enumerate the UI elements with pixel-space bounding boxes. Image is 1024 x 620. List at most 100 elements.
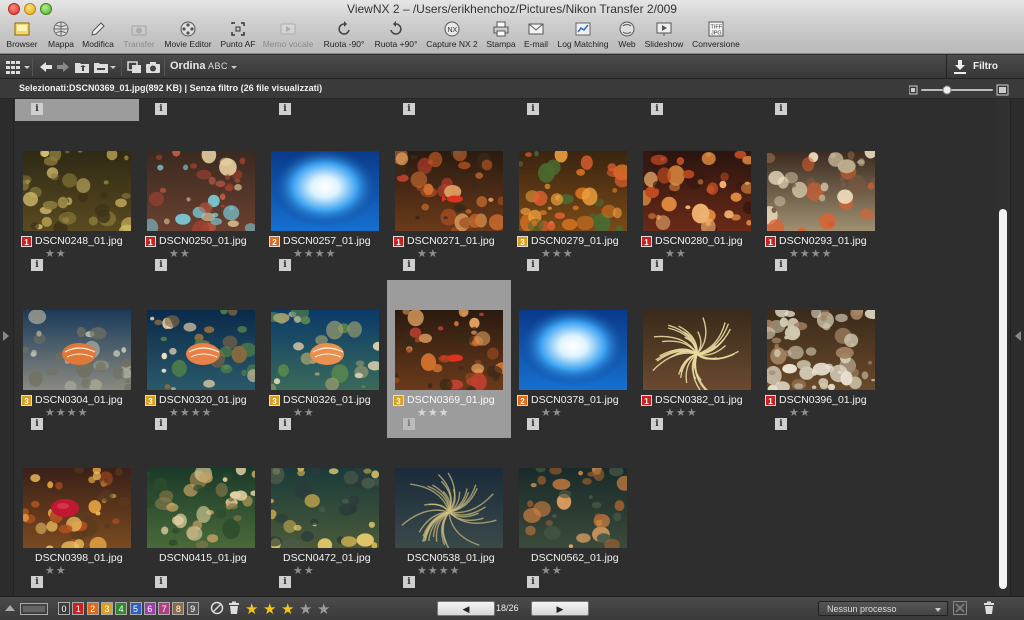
rating-stars[interactable]: ★★ [293,406,315,419]
rating-filter-star-1[interactable]: ★ [245,600,258,618]
label-filter-2[interactable]: 2 [86,602,99,615]
rating-stars[interactable]: ★★ [45,247,67,260]
info-icon[interactable]: i [279,418,291,430]
right-panel-toggle[interactable] [1010,99,1024,596]
thumbnail-cell[interactable]: 1 DSCN0293_01.jpg ★★★★ i [759,121,883,279]
rating-stars[interactable]: ★★★ [541,247,574,260]
next-image-button[interactable]: ▶ [531,601,589,616]
info-icon[interactable]: i [403,576,415,588]
label-filter-7[interactable]: 7 [158,602,171,615]
no-rating-filter-icon[interactable] [210,601,224,617]
rating-stars[interactable]: ★★★ [417,406,450,419]
capture-nx-2-toolbar-button[interactable]: NX Capture NX 2 [425,20,479,53]
thumbnail-cell-partial[interactable]: i [15,99,139,121]
collapse-up-arrow-icon[interactable] [4,602,16,618]
thumbnail-cell-partial[interactable]: i [511,99,635,121]
log-matching-toolbar-button[interactable]: Log Matching [556,20,610,53]
thumbnail-image[interactable] [767,310,875,390]
rating-stars[interactable]: ★★ [789,406,811,419]
rating-filter-star-5[interactable]: ★ [317,600,330,618]
rating-stars[interactable]: ★★ [665,247,687,260]
compare-view-icon[interactable] [127,59,143,75]
info-icon[interactable]: i [403,418,415,430]
rating-stars[interactable]: ★★ [541,564,563,577]
info-icon[interactable]: i [651,103,663,115]
label-filter-0[interactable]: 0 [58,602,70,615]
info-icon[interactable]: i [279,103,291,115]
info-icon[interactable]: i [403,259,415,271]
rating-filter-star-2[interactable]: ★ [263,600,276,618]
thumbnail-cell-partial[interactable]: i [139,99,263,121]
thumbnail-image[interactable] [395,468,503,548]
thumbnail-cell[interactable]: DSCN0538_01.jpg ★★★★ i [387,438,511,596]
thumbnail-cell[interactable]: 3 DSCN0304_01.jpg ★★★★ i [15,280,139,438]
label-filter-8[interactable]: 8 [172,602,185,615]
movie-editor-toolbar-button[interactable]: Movie Editor [162,20,214,53]
info-icon[interactable]: i [31,418,43,430]
thumbnail-image[interactable] [147,468,255,548]
rating-stars[interactable]: ★★★★ [789,247,832,260]
info-icon[interactable]: i [279,576,291,588]
delete-trash-icon[interactable] [983,601,995,617]
thumbnail-image[interactable] [519,310,627,390]
info-icon[interactable]: i [155,103,167,115]
grid-scrollbar-thumb[interactable] [999,209,1007,589]
thumbnail-cell[interactable]: 1 DSCN0396_01.jpg ★★ i [759,280,883,438]
thumbnail-image[interactable] [643,310,751,390]
thumbnail-image[interactable] [395,151,503,231]
thumbnail-cell[interactable]: 3 DSCN0279_01.jpg ★★★ i [511,121,635,279]
info-icon[interactable]: i [651,259,663,271]
forward-arrow-icon[interactable] [55,59,71,75]
rating-filter-star-3[interactable]: ★ [281,600,294,618]
thumbnail-image[interactable] [519,468,627,548]
label-filter-1[interactable]: 1 [72,602,85,615]
rating-stars[interactable]: ★★ [293,564,315,577]
previous-image-button[interactable]: ◀ [437,601,495,616]
thumbnail-image[interactable] [643,151,751,231]
sort-order-dropdown[interactable]: ABC [208,61,228,71]
thumbnail-cell[interactable]: 2 DSCN0378_01.jpg ★★ i [511,280,635,438]
thumbnail-cell[interactable]: 1 DSCN0271_01.jpg ★★ i [387,121,511,279]
info-icon[interactable]: i [31,103,43,115]
trash-filter-icon[interactable] [228,601,240,617]
thumbnail-cell[interactable]: 1 DSCN0248_01.jpg ★★ i [15,121,139,279]
conversione-toolbar-button[interactable]: TIFF JPG Conversione [691,20,741,53]
thumbnail-size-slider[interactable] [908,83,1009,96]
thumbnail-cell-partial[interactable]: i [635,99,759,121]
grid-scrollbar[interactable] [996,99,1010,596]
info-icon[interactable]: i [155,418,167,430]
filter-button[interactable]: Filtro [946,55,1024,79]
info-icon[interactable]: i [527,259,539,271]
thumbnail-image[interactable] [767,151,875,231]
info-icon[interactable]: i [775,418,787,430]
label-filter-6[interactable]: 6 [143,602,156,615]
thumbnail-cell-partial[interactable]: i [759,99,883,121]
thumbnail-cell[interactable]: 1 DSCN0250_01.jpg ★★ i [139,121,263,279]
e-mail-toolbar-button[interactable]: E-mail [521,20,551,53]
info-icon[interactable]: i [775,103,787,115]
rating-stars[interactable]: ★★★★ [293,247,336,260]
thumbnail-cell[interactable]: 3 DSCN0320_01.jpg ★★★★ i [139,280,263,438]
info-icon[interactable]: i [155,259,167,271]
rating-stars[interactable]: ★★★★ [45,406,88,419]
info-icon[interactable]: i [279,259,291,271]
ruota-90-toolbar-button[interactable]: Ruota -90° [320,20,368,53]
info-icon[interactable]: i [527,418,539,430]
rating-stars[interactable]: ★★★★ [417,564,460,577]
thumbnail-image[interactable] [23,310,131,390]
rating-stars[interactable]: ★★ [169,247,191,260]
thumbnail-cell[interactable]: 2 DSCN0257_01.jpg ★★★★ i [263,121,387,279]
thumbnail-cell[interactable]: 3 DSCN0326_01.jpg ★★ i [263,280,387,438]
info-icon[interactable]: i [775,259,787,271]
rating-stars[interactable]: ★★★★ [169,406,212,419]
rating-stars[interactable]: ★★ [541,406,563,419]
thumbnail-cell[interactable]: DSCN0562_01.jpg ★★ i [511,438,635,596]
thumbnail-image[interactable] [23,151,131,231]
rating-stars[interactable]: ★★★ [665,406,698,419]
back-arrow-icon[interactable] [38,59,54,75]
slideshow-toolbar-button[interactable]: Slideshow [644,20,684,53]
info-icon[interactable]: i [527,576,539,588]
thumbnail-cell[interactable]: DSCN0472_01.jpg ★★ i [263,438,387,596]
rating-stars[interactable]: ★★ [45,564,67,577]
thumbnail-image[interactable] [271,310,379,390]
